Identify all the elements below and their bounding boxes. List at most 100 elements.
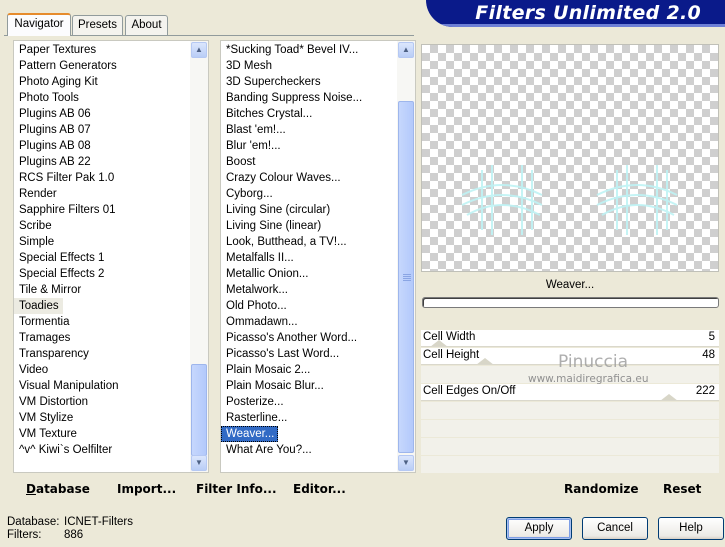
filter-list-item[interactable]: Bitches Crystal... xyxy=(221,106,397,122)
category-list-item[interactable]: Photo Tools xyxy=(14,90,190,106)
apply-button[interactable]: Apply xyxy=(506,517,572,540)
category-list-item[interactable]: Render xyxy=(14,186,190,202)
param-name: Cell Height xyxy=(423,349,480,361)
filter-list-item[interactable]: Look, Butthead, a TV!... xyxy=(221,234,397,250)
filter-list-item[interactable]: Ommadawn... xyxy=(221,314,397,330)
category-list-item[interactable]: Video xyxy=(14,362,190,378)
category-list-item[interactable]: Simple xyxy=(14,234,190,250)
category-list-item[interactable]: Paper Textures xyxy=(14,42,190,58)
filter-list-item-label: What Are You?... xyxy=(226,444,312,456)
database-button[interactable]: Database xyxy=(26,482,90,496)
filter-list-item[interactable]: Living Sine (circular) xyxy=(221,202,397,218)
category-list-item[interactable]: VM Stylize xyxy=(14,410,190,426)
filter-list-item[interactable]: Cyborg... xyxy=(221,186,397,202)
category-list-item-label: Video xyxy=(19,364,49,376)
category-list-item[interactable]: Sapphire Filters 01 xyxy=(14,202,190,218)
filter-list-item-label: Boost xyxy=(226,156,256,168)
category-list-item[interactable]: Special Effects 2 xyxy=(14,266,190,282)
category-list-item[interactable]: Tormentia xyxy=(14,314,190,330)
import-button[interactable]: Import... xyxy=(117,482,176,496)
filter-list-item-label: Banding Suppress Noise... xyxy=(226,92,363,104)
category-list-item[interactable]: Photo Aging Kit xyxy=(14,74,190,90)
filter-list-item-label: Ommadawn... xyxy=(226,316,298,328)
category-list-item[interactable]: Pattern Generators xyxy=(14,58,190,74)
filter-list-item-label: Crazy Colour Waves... xyxy=(226,172,341,184)
category-list-item[interactable]: VM Texture xyxy=(14,426,190,442)
category-list-item[interactable]: Plugins AB 22 xyxy=(14,154,190,170)
filter-list-item[interactable]: Boost xyxy=(221,154,397,170)
category-list-item[interactable]: Transparency xyxy=(14,346,190,362)
category-list-item[interactable]: Plugins AB 07 xyxy=(14,122,190,138)
parameter-panel: Cell Width 5 Cell Height 48 Cell Edges On/Of… xyxy=(421,312,719,474)
filter-list-item[interactable]: 3D Mesh xyxy=(221,58,397,74)
filter-listbox[interactable]: *Sucking Toad* Bevel IV... 3D Mesh 3D Supe… xyxy=(220,40,416,473)
cancel-button[interactable]: Cancel xyxy=(582,517,648,540)
category-list-item[interactable]: Scribe xyxy=(14,218,190,234)
category-list-item-label: Photo Tools xyxy=(19,92,79,104)
filter-list-item[interactable]: Crazy Colour Waves... xyxy=(221,170,397,186)
tab-about[interactable]: About xyxy=(125,15,168,35)
filter-list-item[interactable]: Plain Mosaic Blur... xyxy=(221,378,397,394)
category-listbox[interactable]: Paper Textures Pattern Generators Photo Ag… xyxy=(13,40,209,473)
randomize-button[interactable]: Randomize xyxy=(564,482,638,496)
filter-list-item[interactable]: Metallic Onion... xyxy=(221,266,397,282)
filter-list-item[interactable]: Banding Suppress Noise... xyxy=(221,90,397,106)
filter-list-item[interactable]: Plain Mosaic 2... xyxy=(221,362,397,378)
filter-list-item[interactable]: Picasso's Another Word... xyxy=(221,330,397,346)
category-scroll-down-button[interactable]: ▼ xyxy=(191,455,207,471)
filter-scrollbar[interactable]: ▲ ▼ xyxy=(397,41,415,472)
filter-list-item[interactable]: *Sucking Toad* Bevel IV... xyxy=(221,42,397,58)
filter-scroll-thumb[interactable] xyxy=(398,101,414,453)
tab-presets[interactable]: Presets xyxy=(72,15,123,35)
category-list-item-label: Simple xyxy=(19,236,55,248)
help-button-label: Help xyxy=(679,522,703,534)
category-list-item[interactable]: RCS Filter Pak 1.0 xyxy=(14,170,190,186)
category-scroll-thumb[interactable] xyxy=(191,364,207,456)
filter-scroll-down-button[interactable]: ▼ xyxy=(398,455,414,471)
category-list-item-label: VM Distortion xyxy=(19,396,89,408)
category-list-item[interactable]: Toadies xyxy=(14,298,190,314)
help-button[interactable]: Help xyxy=(658,517,724,540)
category-list-item[interactable]: Special Effects 1 xyxy=(14,250,190,266)
filter-list-item[interactable]: Metalfalls II... xyxy=(221,250,397,266)
param-slider-track xyxy=(421,400,719,401)
category-list-item[interactable]: Visual Manipulation xyxy=(14,378,190,394)
filter-list-item[interactable]: What Are You?... xyxy=(221,442,397,458)
tab-presets-label: Presets xyxy=(78,19,117,31)
param-empty-row xyxy=(421,438,719,455)
category-list-item[interactable]: VM Distortion xyxy=(14,394,190,410)
category-list-item[interactable]: Tramages xyxy=(14,330,190,346)
category-list-item[interactable]: Plugins AB 06 xyxy=(14,106,190,122)
filter-list-item[interactable]: 3D Supercheckers xyxy=(221,74,397,90)
category-scroll-up-button[interactable]: ▲ xyxy=(191,42,207,58)
category-list-item-label: VM Stylize xyxy=(19,412,74,424)
category-list-item-label: Paper Textures xyxy=(19,44,97,56)
filter-info-button[interactable]: Filter Info... xyxy=(196,482,277,496)
filter-list-item[interactable]: Posterize... xyxy=(221,394,397,410)
filter-list-item[interactable]: Weaver... xyxy=(221,426,397,442)
filters-status-label: Filters: xyxy=(7,529,42,541)
param-slider-row[interactable]: Cell Edges On/Off 222 xyxy=(421,384,719,401)
tab-navigator[interactable]: Navigator xyxy=(7,13,71,36)
param-slider-row[interactable]: Cell Width 5 xyxy=(421,330,719,347)
param-name: Cell Edges On/Off xyxy=(423,385,516,397)
filter-list-item[interactable]: Blur 'em!... xyxy=(221,138,397,154)
category-list-item[interactable]: ^v^ Kiwi`s Oelfilter xyxy=(14,442,190,458)
filter-list-item[interactable]: Metalwork... xyxy=(221,282,397,298)
category-scrollbar[interactable]: ▲ ▼ xyxy=(190,41,208,472)
filter-list-item-label: Look, Butthead, a TV!... xyxy=(226,236,347,248)
editor-button[interactable]: Editor... xyxy=(293,482,346,496)
category-list-item[interactable]: Plugins AB 08 xyxy=(14,138,190,154)
filter-list-item-label: Plain Mosaic 2... xyxy=(226,364,311,376)
filter-scroll-up-button[interactable]: ▲ xyxy=(398,42,414,58)
category-list-item[interactable]: Tile & Mirror xyxy=(14,282,190,298)
filter-list-item[interactable]: Old Photo... xyxy=(221,298,397,314)
reset-button[interactable]: Reset xyxy=(663,482,701,496)
filter-list-item[interactable]: Rasterline... xyxy=(221,410,397,426)
filter-list-item-label: Blast 'em!... xyxy=(226,124,286,136)
filter-list-item-label: Old Photo... xyxy=(226,300,287,312)
filter-list-item[interactable]: Picasso's Last Word... xyxy=(221,346,397,362)
scroll-grip-line xyxy=(403,276,411,277)
filter-list-item[interactable]: Blast 'em!... xyxy=(221,122,397,138)
filter-list-item[interactable]: Living Sine (linear) xyxy=(221,218,397,234)
